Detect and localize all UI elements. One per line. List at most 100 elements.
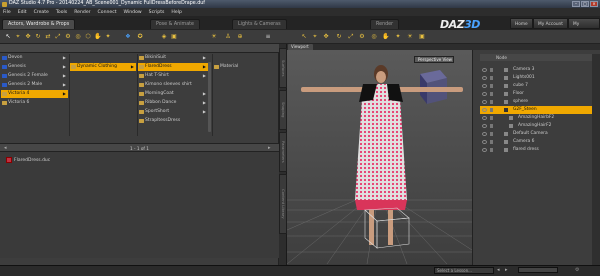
viewport-render-icon[interactable]: ✦ <box>394 33 402 41</box>
tab-shaping[interactable]: Shaping <box>279 90 287 130</box>
universal-tool-icon[interactable]: ✥ <box>24 33 32 41</box>
tab-pose-animate[interactable]: Pose & Animate <box>150 19 200 29</box>
viewport-select-icon[interactable]: ⌖ <box>311 33 319 41</box>
list-item[interactable]: Genesis 2 Male ▶ <box>1 81 68 89</box>
list-item[interactable]: BikiniSuit ▶ <box>138 54 208 62</box>
render-settings-icon[interactable]: ◈ <box>160 33 168 41</box>
app-icon <box>2 1 7 7</box>
list-item[interactable]: Ribbon Dance ▶ <box>138 99 208 107</box>
active-pose-icon[interactable]: ✋ <box>94 33 102 41</box>
lesson-next-icon[interactable]: ▸ <box>505 267 508 273</box>
viewport-move-icon[interactable]: ✥ <box>322 33 330 41</box>
list-item[interactable]: FlaredDress ▶ <box>138 63 208 71</box>
joint-editor-icon[interactable]: ⚙ <box>64 33 72 41</box>
list-item[interactable]: Devon ▶ <box>1 54 68 62</box>
viewport-light-icon[interactable]: ☀ <box>406 33 414 41</box>
menu-expand-icon[interactable]: ≡ <box>264 33 272 41</box>
scale-tool-icon[interactable]: ⤢ <box>54 33 62 41</box>
scene-row[interactable]: Camera 3 <box>480 66 598 74</box>
list-item[interactable]: Genesis 2 Female ▶ <box>1 72 68 80</box>
light-icon[interactable]: ☀ <box>210 33 218 41</box>
menu-tools[interactable]: Tools <box>56 10 67 15</box>
menu-edit[interactable]: Edit <box>18 10 27 15</box>
list-item[interactable]: MorningCoat ▶ <box>138 90 208 98</box>
side-tab-strip: Surfaces Shaping Parameters Content Libr… <box>279 44 287 265</box>
cloth-icon[interactable]: ❖ <box>124 33 132 41</box>
translate-tool-icon[interactable]: ⇄ <box>44 33 52 41</box>
scene-row[interactable]: Camera 6 <box>480 138 598 146</box>
viewport-camera-icon[interactable]: ▣ <box>418 33 426 41</box>
rotate-tool-icon[interactable]: ↻ <box>34 33 42 41</box>
library-column-3: BikiniSuit ▶ FlaredDress ▶ Hat T-Shirt ▶ Ki… <box>138 54 208 136</box>
menu-help[interactable]: Help <box>171 10 181 15</box>
tab-render[interactable]: Render <box>370 19 400 29</box>
tab-content-library[interactable]: Content Library <box>279 174 287 234</box>
viewport-pointer-icon[interactable]: ↖ <box>300 33 308 41</box>
tab-actors-wardrobe-props[interactable]: Actors, Wardrobe & Props <box>2 19 76 29</box>
pagination-bar: ◂ 1 - 1 of 1 ▸ <box>0 143 279 152</box>
lesson-prev-icon[interactable]: ◂ <box>497 267 500 273</box>
title-bar: DAZ Studio 4.7 Pro - 20140224_AB_Scene00… <box>0 0 600 8</box>
scene-row-selected[interactable]: G2F_Steen <box>480 106 598 114</box>
lesson-select[interactable]: Select a Lesson... <box>434 267 494 274</box>
node-selection-icon[interactable]: ⌖ <box>14 33 22 41</box>
list-item[interactable]: SportShort ▶ <box>138 108 208 116</box>
window-title: DAZ Studio 4.7 Pro - 20140224_AB_Scene00… <box>9 1 205 6</box>
list-item[interactable]: Hat T-Shirt ▶ <box>138 72 208 80</box>
spot-render-icon[interactable]: ✦ <box>104 33 112 41</box>
figure-icon[interactable]: ♙ <box>224 33 232 41</box>
menu-window[interactable]: Window <box>124 10 142 15</box>
menu-render[interactable]: Render <box>74 10 90 15</box>
scene-row[interactable]: Floor <box>480 90 598 98</box>
scene-row[interactable]: Lights001 <box>480 74 598 82</box>
menu-create[interactable]: Create <box>34 10 49 15</box>
home-button[interactable]: Home <box>510 18 533 29</box>
asset-item[interactable]: FlaredDress.duc <box>6 157 56 167</box>
viewport-joint-icon[interactable]: ⚙ <box>358 33 366 41</box>
surface-selection-icon[interactable]: ◎ <box>74 33 82 41</box>
camera-view-dropdown[interactable]: Perspective View <box>414 56 454 63</box>
scene-row[interactable]: AmazingHairbF2 <box>480 114 598 122</box>
list-item[interactable]: Material <box>213 63 273 71</box>
maximize-icon[interactable]: □ <box>581 1 589 7</box>
column-scrollbar[interactable] <box>208 62 211 132</box>
scene-side-strip <box>592 54 600 265</box>
tab-surfaces[interactable]: Surfaces <box>279 48 287 88</box>
viewport-pose-icon[interactable]: ✋ <box>382 33 390 41</box>
menu-scripts[interactable]: Scripts <box>149 10 165 15</box>
scene-row[interactable]: flared dress <box>480 146 598 154</box>
page-indicator: 1 - 1 of 1 <box>130 145 149 151</box>
minimize-icon[interactable]: – <box>572 1 580 7</box>
scene-row[interactable]: sphere <box>480 98 598 106</box>
list-item[interactable]: Victoria 4 ▶ <box>1 90 68 98</box>
list-item[interactable]: Genesis ▶ <box>1 63 68 71</box>
geometry-editor-icon[interactable]: ⬡ <box>84 33 92 41</box>
my-account-button[interactable]: My Account <box>533 18 568 29</box>
camera-icon[interactable]: ▣ <box>170 33 178 41</box>
progress-bar <box>518 267 558 273</box>
scene-row[interactable]: Default Camera <box>480 130 598 138</box>
pointer-tool-icon[interactable]: ↖ <box>4 33 12 41</box>
render-icon[interactable]: ✪ <box>136 33 144 41</box>
settings-icon[interactable]: ⚙ <box>575 267 579 273</box>
3d-viewport[interactable] <box>287 50 472 264</box>
list-item[interactable]: StrapltessDress <box>138 117 208 125</box>
list-item[interactable]: Victoria 6 <box>1 99 68 107</box>
menu-connect[interactable]: Connect <box>98 10 117 15</box>
tab-lights-cameras[interactable]: Lights & Cameras <box>232 19 287 29</box>
viewport-scale-icon[interactable]: ⤢ <box>347 33 355 41</box>
scene-row[interactable]: cube 7 <box>480 82 598 90</box>
add-icon[interactable]: ⊕ <box>236 33 244 41</box>
viewport-scene <box>287 50 472 264</box>
viewport-surface-icon[interactable]: ◎ <box>370 33 378 41</box>
list-item[interactable]: Kimono sleeves shirt <box>138 81 208 89</box>
viewport-rotate-icon[interactable]: ↻ <box>335 33 343 41</box>
tab-parameters[interactable]: Parameters <box>279 132 287 172</box>
menu-file[interactable]: File <box>3 10 11 15</box>
close-icon[interactable]: × <box>590 1 598 7</box>
list-item[interactable]: Dynamic Clothing ▶ <box>70 63 136 71</box>
my-gallery-button[interactable]: My Gallery <box>568 18 600 38</box>
scene-row[interactable]: AmazingHairF2 <box>480 122 598 130</box>
last-page-icon[interactable]: ▸ <box>268 145 271 151</box>
first-page-icon[interactable]: ◂ <box>4 145 7 151</box>
